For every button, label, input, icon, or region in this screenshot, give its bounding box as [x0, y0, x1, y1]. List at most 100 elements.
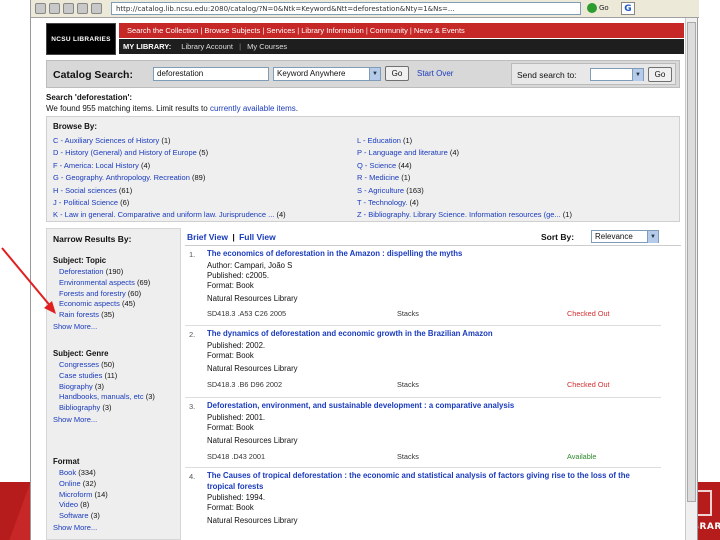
brief-view-link[interactable]: Brief View: [187, 232, 228, 242]
format-facet-label: Online: [59, 478, 81, 488]
search-field-select[interactable]: Keyword Anywhere ▼: [273, 67, 381, 81]
back-icon[interactable]: [35, 3, 46, 14]
format-facet[interactable]: Software (3): [53, 511, 108, 522]
browse-item-count: (89): [191, 173, 206, 183]
url-field[interactable]: http://catalog.lib.ncsu.edu:2080/catalog…: [111, 2, 581, 15]
full-view-link[interactable]: Full View: [239, 232, 276, 242]
search-input[interactable]: deforestation: [153, 67, 269, 81]
genre-facet-label: Biography: [59, 381, 93, 391]
my-courses-link[interactable]: My Courses: [247, 42, 287, 51]
genre-facet[interactable]: Handbooks, manuals, etc (3): [53, 392, 155, 403]
browse-item[interactable]: K - Law in general. Comparative and unif…: [53, 209, 286, 221]
available-items-link[interactable]: currently available items: [210, 104, 296, 113]
topic-facet[interactable]: Rain forests (35): [53, 310, 150, 321]
result-number: 2.: [189, 330, 196, 339]
genre-facet-label: Bibliography: [59, 403, 101, 413]
go-arrow-icon: [587, 3, 597, 13]
browse-item[interactable]: T - Technology. (4): [357, 197, 572, 209]
call-number: SD418.3 .B6 D96 2002: [207, 380, 283, 389]
chevron-down-icon: ▼: [647, 231, 658, 243]
format-heading: Format: [53, 457, 80, 466]
format-facet[interactable]: Book (334): [53, 468, 108, 479]
browse-item[interactable]: G - Geography. Anthropology. Recreation …: [53, 172, 286, 184]
topic-show-more-link[interactable]: Show More...: [53, 321, 150, 332]
genre-facet[interactable]: Case studies (11): [53, 371, 155, 382]
format-facet[interactable]: Microform (14): [53, 490, 108, 501]
browse-item[interactable]: H - Social sciences (61): [53, 185, 286, 197]
genre-facet-count: (50): [101, 360, 115, 369]
result-title-link[interactable]: Deforestation, environment, and sustaina…: [207, 401, 652, 412]
result-title-link[interactable]: The Causes of tropical deforestation : t…: [207, 471, 652, 492]
address-bar: http://catalog.lib.ncsu.edu:2080/catalog…: [31, 0, 699, 18]
topic-facet-label: Rain forests: [59, 310, 100, 320]
call-number: SD418.3 .A53 C26 2005: [207, 309, 287, 318]
browse-item[interactable]: Q - Science (44): [357, 160, 572, 172]
result-item: 3. Deforestation, environment, and susta…: [185, 400, 661, 468]
home-icon[interactable]: [91, 3, 102, 14]
browse-item[interactable]: L - Education (1): [357, 135, 572, 147]
browse-item[interactable]: R - Medicine (1): [357, 172, 572, 184]
browse-item-label: P - Language and literature: [357, 148, 448, 158]
search-go-button[interactable]: Go: [385, 66, 409, 81]
browse-item[interactable]: Z - Bibliography. Library Science. Infor…: [357, 209, 572, 221]
vertical-scrollbar[interactable]: [685, 18, 697, 540]
topic-facet[interactable]: Economic aspects (45): [53, 299, 150, 310]
send-search-select[interactable]: ▼: [590, 68, 644, 81]
browse-item[interactable]: F - America: Local History (4): [53, 160, 286, 172]
browser-go-button[interactable]: Go: [587, 2, 617, 15]
genre-facet-count: (3): [102, 403, 112, 413]
result-number: 1.: [189, 250, 196, 259]
genre-facet-label: Case studies: [59, 370, 103, 380]
refresh-icon[interactable]: [77, 3, 88, 14]
topic-facet-label: Economic aspects: [59, 299, 120, 309]
format-show-more-link[interactable]: Show More...: [53, 522, 108, 533]
start-over-link[interactable]: Start Over: [417, 69, 453, 78]
result-published: Published: 2001.: [207, 413, 266, 422]
result-published: Published: 2002.: [207, 341, 266, 350]
topic-facet[interactable]: Forests and forestry (60): [53, 289, 150, 300]
format-facet-count: (32): [82, 478, 97, 488]
genre-facet[interactable]: Bibliography (3): [53, 403, 155, 414]
subject-topic-heading: Subject: Topic: [53, 256, 107, 265]
topic-facet[interactable]: Deforestation (190): [53, 267, 150, 278]
format-facet-label: Software: [59, 511, 89, 521]
browse-item[interactable]: P - Language and literature (4): [357, 147, 572, 159]
result-number: 3.: [189, 402, 196, 411]
topic-list: Deforestation (190) Environmental aspects…: [53, 267, 150, 321]
browse-item-count: (1): [403, 136, 413, 145]
stop-icon[interactable]: [63, 3, 74, 14]
subject-topic-section: Subject: Topic Deforestation (190) Enviro…: [53, 256, 150, 332]
genre-facet-count: (3): [145, 392, 155, 402]
format-facet-count: (8): [80, 500, 90, 510]
browse-item[interactable]: C - Auxiliary Sciences of History (1): [53, 135, 286, 147]
result-format: Format: Book: [207, 351, 254, 360]
top-navigation[interactable]: Search the Collection | Browse Subjects …: [119, 23, 684, 38]
browse-item-label: D - History (General) and History of Eur…: [53, 148, 197, 158]
scrollbar-thumb[interactable]: [687, 22, 696, 502]
topic-facet[interactable]: Environmental aspects (69): [53, 278, 150, 289]
result-published: Published: c2005.: [207, 271, 269, 280]
browse-item-label: C - Auxiliary Sciences of History: [53, 136, 160, 145]
genre-facet-label: Congresses: [59, 360, 100, 369]
format-facet[interactable]: Video (8): [53, 500, 108, 511]
result-title-link[interactable]: The dynamics of deforestation and econom…: [207, 329, 652, 340]
browse-item[interactable]: D - History (General) and History of Eur…: [53, 147, 286, 159]
send-go-button[interactable]: Go: [648, 67, 672, 82]
browse-item-count: (1): [562, 210, 572, 220]
genre-show-more-link[interactable]: Show More...: [53, 414, 155, 425]
topic-facet-count: (190): [105, 267, 124, 276]
browse-item[interactable]: J - Political Science (6): [53, 197, 286, 209]
result-title-link[interactable]: The economics of deforestation in the Am…: [207, 249, 652, 260]
genre-facet[interactable]: Congresses (50): [53, 360, 155, 371]
format-facet[interactable]: Online (32): [53, 479, 108, 490]
forward-icon[interactable]: [49, 3, 60, 14]
library-account-link[interactable]: Library Account: [181, 42, 233, 51]
sort-by-select[interactable]: Relevance ▼: [591, 230, 659, 243]
browse-item[interactable]: S - Agriculture (163): [357, 185, 572, 197]
my-library-label: MY LIBRARY:: [123, 42, 172, 51]
ncsu-libraries-logo[interactable]: NCSU LIBRARIES: [46, 23, 116, 55]
result-format: Format: Book: [207, 423, 254, 432]
genre-facet[interactable]: Biography (3): [53, 382, 155, 393]
send-search-box: Send search to: ▼ Go: [511, 63, 676, 85]
google-toolbar-icon[interactable]: G: [621, 2, 635, 15]
